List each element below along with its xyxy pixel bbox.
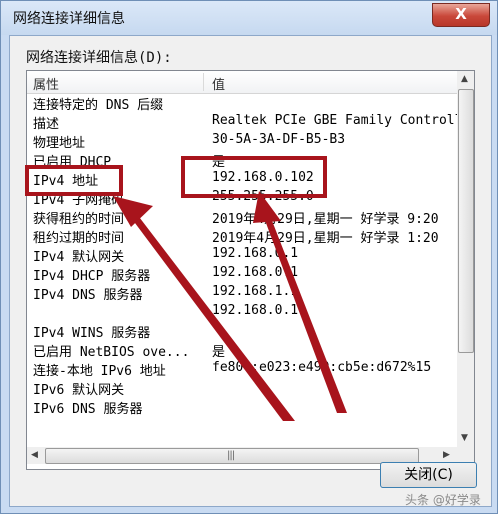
arrow-head-left (113, 196, 153, 227)
arrow-shaft-right (263, 213, 347, 413)
annotation-arrows (113, 191, 347, 421)
watermark: 头条 @好学录 (405, 493, 481, 507)
dialog-window: 网络连接详细信息 X 网络连接详细信息(D): 属性 值 连接特定的 DNS 后… (0, 0, 498, 514)
arrow-shaft-left (129, 209, 295, 421)
annotation-box-value (181, 156, 327, 198)
annotation-box-label (25, 165, 123, 196)
annotation-overlay (25, 156, 347, 421)
